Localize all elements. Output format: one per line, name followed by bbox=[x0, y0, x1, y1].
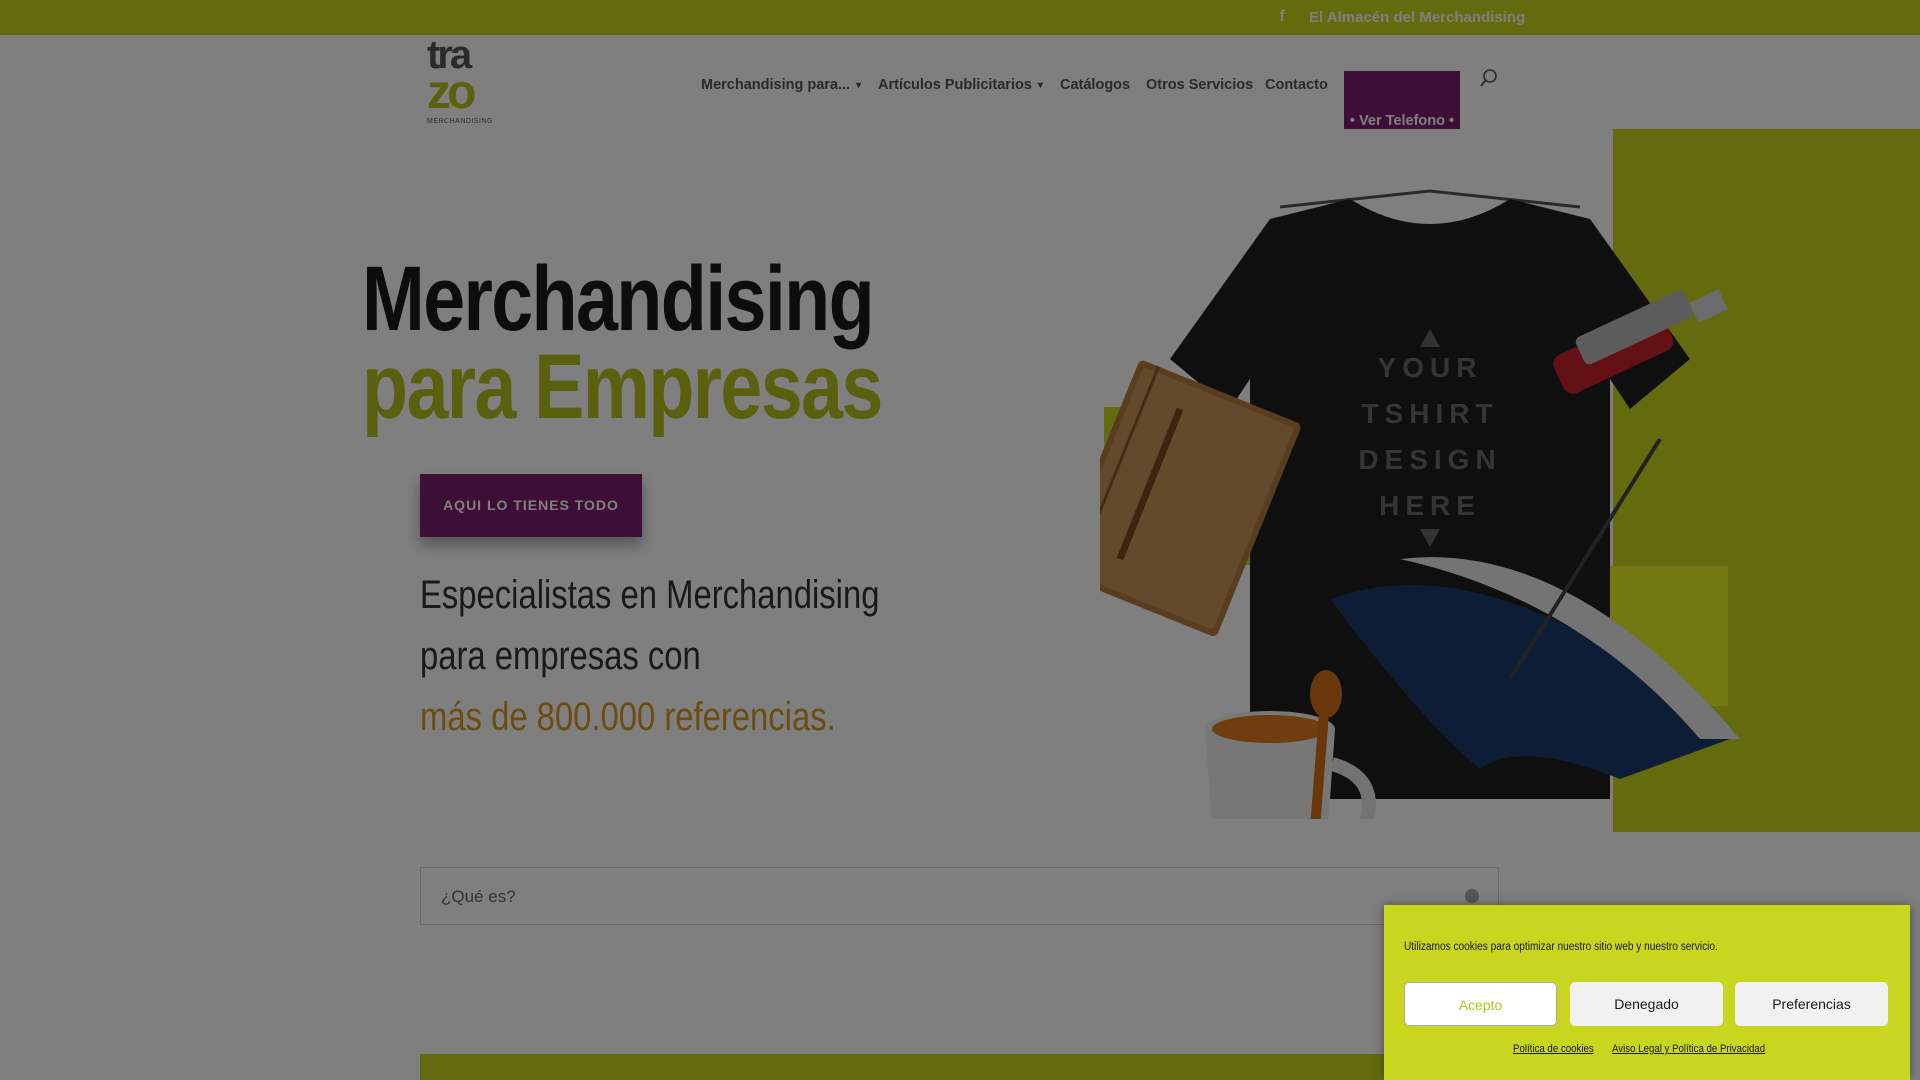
legal-policy-link[interactable]: Aviso Legal y Política de Privacidad bbox=[1612, 1043, 1765, 1055]
cookie-message: Utilizamos cookies para optimizar nuestr… bbox=[1404, 941, 1718, 953]
cookie-accept-button[interactable]: Acepto bbox=[1404, 982, 1557, 1026]
cookie-preferences-button[interactable]: Preferencias bbox=[1735, 982, 1888, 1026]
cookie-policy-link[interactable]: Política de cookies bbox=[1513, 1043, 1594, 1055]
cookie-deny-button[interactable]: Denegado bbox=[1570, 982, 1723, 1026]
cookie-banner: Utilizamos cookies para optimizar nuestr… bbox=[1384, 905, 1910, 1080]
